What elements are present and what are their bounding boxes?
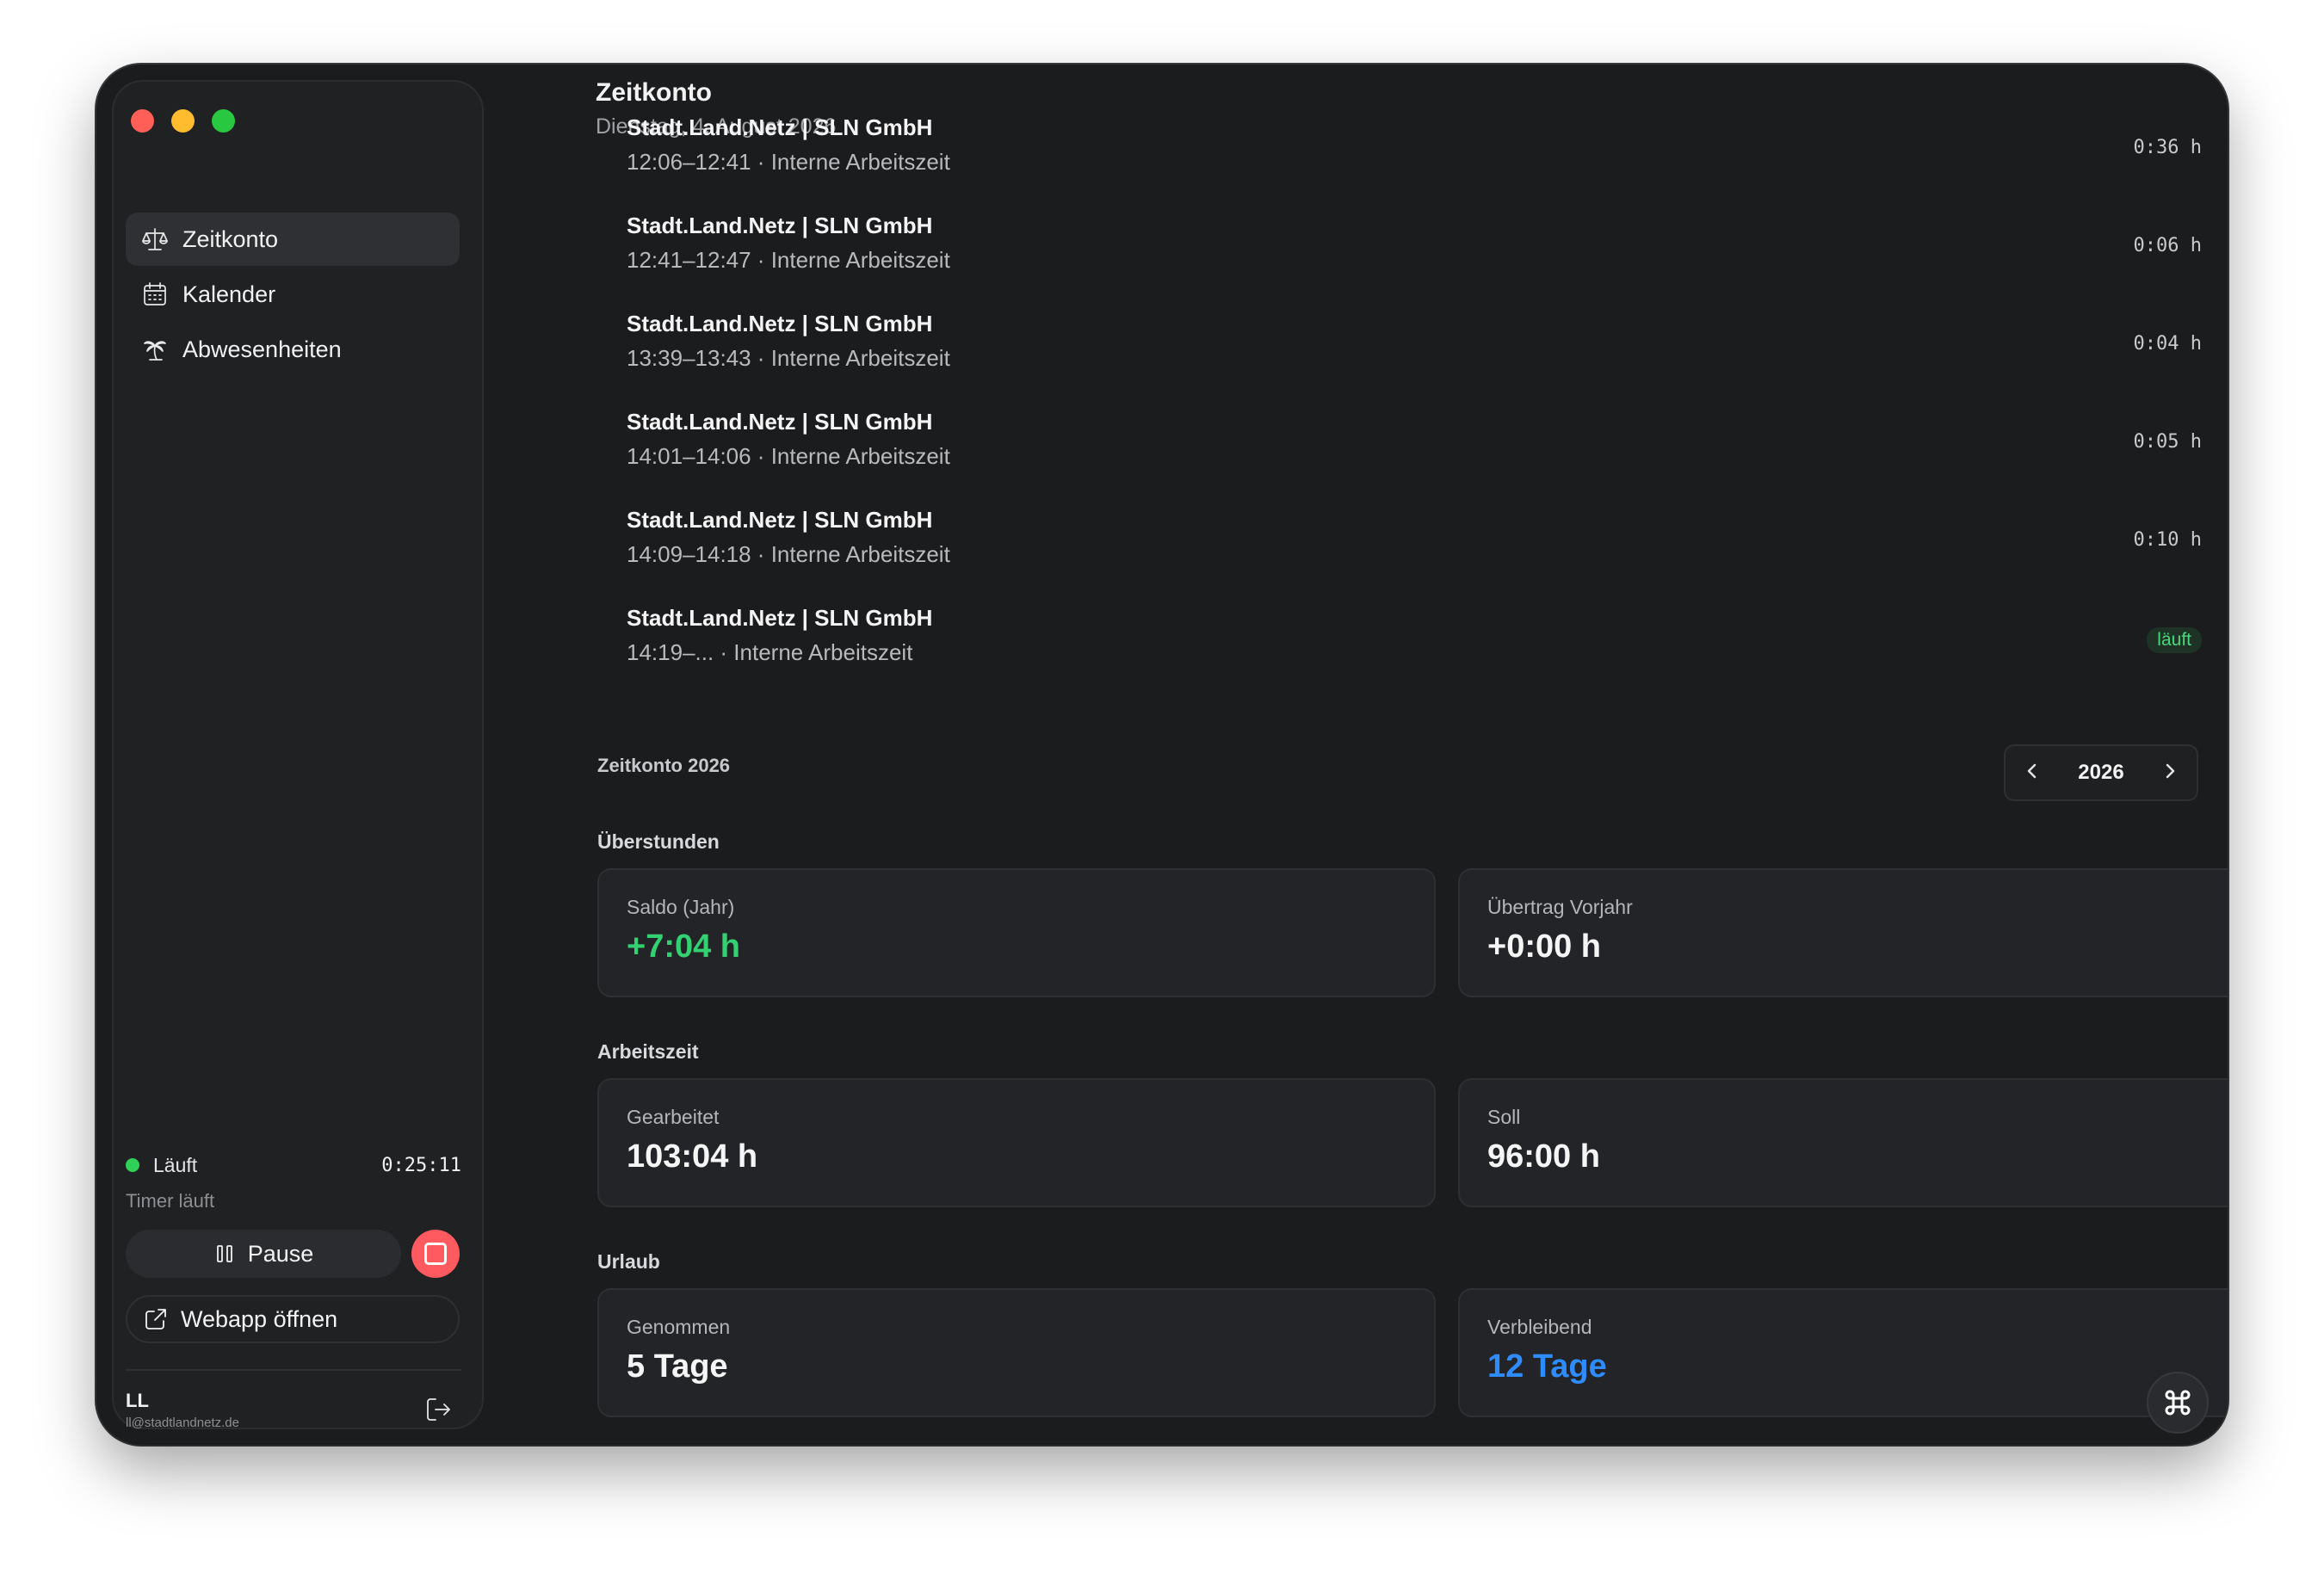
worked-card: Gearbeitet 103:04 h	[597, 1078, 1436, 1207]
entry-duration: 0:10 h	[2133, 529, 2202, 551]
logout-icon	[427, 1398, 450, 1421]
card-value: 12 Tage	[1487, 1348, 1607, 1385]
running-indicator	[126, 1158, 139, 1172]
external-link-icon	[145, 1309, 166, 1329]
command-icon	[2165, 1390, 2191, 1416]
user-email: ll@stadtlandnetz.de	[126, 1416, 239, 1430]
pause-icon	[216, 1245, 232, 1262]
time-entry[interactable]: Stadt.Land.Netz | SLN GmbH 14:09–14:18 ·…	[627, 507, 2228, 605]
sidebar-item-label: Kalender	[182, 281, 276, 307]
pause-button[interactable]: Pause	[126, 1230, 401, 1278]
carry-over-card: Übertrag Vorjahr +0:00 h	[1458, 868, 2228, 997]
window-controls	[131, 109, 235, 133]
card-label: Saldo (Jahr)	[627, 896, 735, 918]
time-entry[interactable]: Stadt.Land.Netz | SLN GmbH 12:06–12:41 ·…	[627, 114, 2228, 213]
calendar-icon	[144, 282, 166, 305]
entry-title: Stadt.Land.Netz | SLN GmbH	[627, 213, 933, 238]
saldo-card: Saldo (Jahr) +7:04 h	[597, 868, 1436, 997]
logout-button[interactable]	[423, 1395, 453, 1424]
chevron-right-icon	[2166, 763, 2175, 778]
user-info: LL ll@stadtlandnetz.de	[126, 1390, 239, 1430]
card-value: 96:00 h	[1487, 1138, 1600, 1175]
entry-subtitle: 12:41–12:47 · Interne Arbeitszeit	[627, 247, 950, 273]
card-label: Gearbeitet	[627, 1106, 720, 1128]
palm-tree-icon	[144, 341, 166, 361]
entry-title: Stadt.Land.Netz | SLN GmbH	[627, 409, 933, 435]
stop-button[interactable]	[411, 1230, 460, 1278]
card-label: Soll	[1487, 1106, 1521, 1128]
time-entry-list: Stadt.Land.Netz | SLN GmbH 12:06–12:41 ·…	[627, 114, 2228, 703]
pause-label: Pause	[247, 1240, 314, 1267]
entry-duration: 0:36 h	[2133, 137, 2202, 158]
entry-subtitle: 14:09–14:18 · Interne Arbeitszeit	[627, 541, 950, 567]
year-switcher: 2026	[2004, 744, 2198, 801]
overtime-title: Überstunden	[597, 830, 720, 853]
entry-title: Stadt.Land.Netz | SLN GmbH	[627, 507, 933, 533]
open-webapp-button[interactable]: Webapp öffnen	[126, 1295, 460, 1343]
card-value: +0:00 h	[1487, 928, 1602, 965]
entry-title: Stadt.Land.Netz | SLN GmbH	[627, 311, 933, 336]
time-entry[interactable]: Stadt.Land.Netz | SLN GmbH 13:39–13:43 ·…	[627, 311, 2228, 409]
entry-subtitle: 14:01–14:06 · Interne Arbeitszeit	[627, 443, 950, 469]
sidebar-item-abwesenheiten[interactable]: Abwesenheiten	[126, 323, 460, 376]
scale-icon	[142, 228, 168, 250]
sidebar-item-label: Zeitkonto	[182, 225, 279, 252]
entry-duration: 0:04 h	[2133, 333, 2202, 355]
entry-subtitle: 13:39–13:43 · Interne Arbeitszeit	[627, 345, 950, 371]
card-label: Übertrag Vorjahr	[1487, 896, 1633, 918]
card-label: Verbleibend	[1487, 1316, 1592, 1338]
page-title: Zeitkonto	[596, 78, 712, 107]
previous-year-button[interactable]	[2023, 762, 2042, 785]
status-label: Läuft	[153, 1153, 198, 1176]
vacation-taken-card: Genommen 5 Tage	[597, 1288, 1436, 1417]
time-entry[interactable]: Stadt.Land.Netz | SLN GmbH 12:41–12:47 ·…	[627, 213, 2228, 311]
user-initials: LL	[126, 1390, 149, 1411]
stop-icon	[424, 1243, 447, 1265]
entry-title: Stadt.Land.Netz | SLN GmbH	[627, 114, 933, 140]
time-entry[interactable]: Stadt.Land.Netz | SLN GmbH 14:01–14:06 ·…	[627, 409, 2228, 507]
chevron-left-icon	[2027, 763, 2037, 778]
sidebar-divider	[126, 1369, 461, 1371]
sidebar-item-zeitkonto[interactable]: Zeitkonto	[126, 213, 460, 266]
entry-duration: 0:06 h	[2133, 235, 2202, 256]
main-content: Zeitkonto Dienstag, 4. August 2026 Stadt…	[501, 65, 2228, 1445]
time-entry[interactable]: Stadt.Land.Netz | SLN GmbH 14:19–... · I…	[627, 605, 2228, 703]
next-year-button[interactable]	[2160, 762, 2179, 785]
card-label: Genommen	[627, 1316, 731, 1338]
sidebar: Zeitkonto Kalender Abwesenheiten Läuft 0…	[112, 80, 484, 1430]
status-subtext: Timer läuft	[126, 1190, 215, 1212]
entry-title: Stadt.Land.Netz | SLN GmbH	[627, 605, 933, 631]
timer-panel: Läuft 0:25:11 Timer läuft Pause Webapp ö…	[126, 1150, 461, 1343]
command-button[interactable]	[2147, 1372, 2209, 1434]
entry-subtitle: 14:19–... · Interne Arbeitszeit	[627, 639, 913, 665]
sidebar-item-label: Abwesenheiten	[182, 336, 342, 362]
year-label: 2026	[2078, 761, 2124, 784]
close-window-button[interactable]	[131, 109, 154, 133]
minimize-window-button[interactable]	[171, 109, 195, 133]
card-value: 103:04 h	[627, 1138, 758, 1175]
vacation-remaining-card: Verbleibend 12 Tage	[1458, 1288, 2228, 1417]
target-card: Soll 96:00 h	[1458, 1078, 2228, 1207]
entry-subtitle: 12:06–12:41 · Interne Arbeitszeit	[627, 149, 950, 175]
zoom-window-button[interactable]	[212, 109, 235, 133]
running-badge: läuft	[2147, 627, 2202, 653]
account-title: Zeitkonto 2026	[597, 755, 731, 776]
worktime-title: Arbeitszeit	[597, 1040, 699, 1063]
app-window: Zeitkonto Kalender Abwesenheiten Läuft 0…	[96, 65, 2228, 1445]
vacation-title: Urlaub	[597, 1250, 660, 1273]
sidebar-item-kalender[interactable]: Kalender	[126, 268, 460, 321]
timer-readout: 0:25:11	[381, 1154, 461, 1176]
entry-duration: 0:05 h	[2133, 431, 2202, 453]
sidebar-nav: Zeitkonto Kalender Abwesenheiten	[126, 213, 460, 378]
card-value: 5 Tage	[627, 1348, 728, 1385]
card-value: +7:04 h	[627, 928, 741, 965]
webapp-label: Webapp öffnen	[181, 1305, 338, 1332]
